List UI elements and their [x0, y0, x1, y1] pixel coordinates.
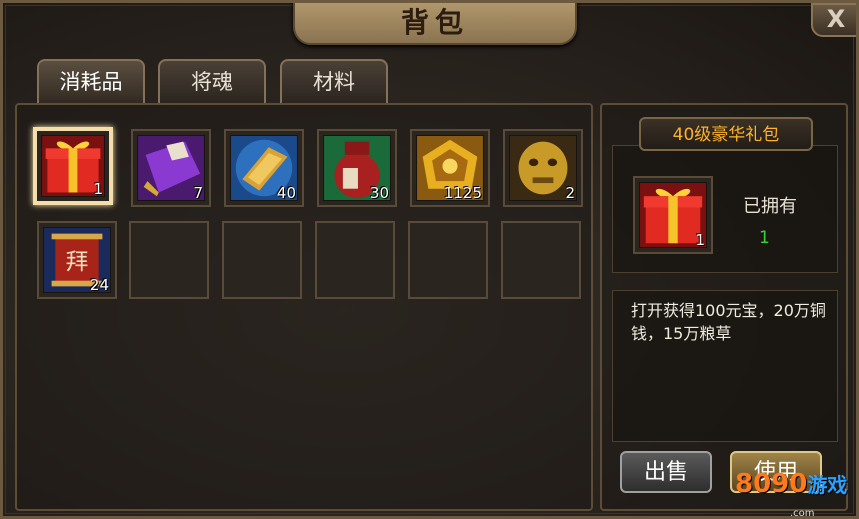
inventory-slot-5[interactable]: 1125 [410, 129, 490, 207]
item-count: 1 [695, 231, 705, 249]
inventory-slot-7[interactable]: 拜 24 [37, 221, 117, 299]
close-button[interactable]: X [811, 3, 856, 37]
tab-consumables[interactable]: 消耗品 [37, 59, 145, 105]
inventory-slot-1[interactable]: 1 [33, 127, 113, 205]
item-count: 30 [369, 184, 389, 202]
inventory-slot-empty[interactable] [315, 221, 395, 299]
sell-button[interactable]: 出售 [620, 451, 712, 493]
inventory-grid: 1 7 40 30 1125 2 拜 24 [15, 103, 593, 511]
item-count: 24 [89, 276, 109, 294]
owned-value: 1 [759, 228, 770, 248]
watermark-text: 8090 [735, 469, 808, 499]
title-plate: 背包 [293, 3, 577, 45]
backpack-window: 背包 X 消耗品 将魂 材料 1 7 40 30 1125 2 拜 24 1 已… [0, 0, 859, 519]
item-name: 40级豪华礼包 [639, 117, 813, 151]
inventory-slot-empty[interactable] [222, 221, 302, 299]
detail-item-slot: 1 [633, 176, 713, 254]
owned-label: 已拥有 [743, 196, 797, 217]
item-description: 打开获得100元宝，20万铜钱，15万粮草 [631, 301, 826, 343]
site-watermark: 8090游戏 [735, 469, 847, 499]
item-count: 1 [93, 180, 103, 198]
window-title: 背包 [400, 6, 469, 39]
tab-materials[interactable]: 材料 [280, 59, 388, 105]
item-count: 40 [276, 184, 296, 202]
item-detail-panel: 1 已拥有 1 40级豪华礼包 打开获得100元宝，20万铜钱，15万粮草 出售… [600, 103, 848, 511]
svg-text:拜: 拜 [66, 249, 89, 275]
inventory-slot-2[interactable]: 7 [131, 129, 211, 207]
item-info-box: 1 已拥有 1 [612, 145, 838, 273]
watermark-domain: .com [790, 508, 815, 519]
tab-general-souls[interactable]: 将魂 [158, 59, 266, 105]
item-count: 2 [565, 184, 575, 202]
item-count: 7 [193, 184, 203, 202]
item-description-box: 打开获得100元宝，20万铜钱，15万粮草 [612, 290, 838, 442]
inventory-slot-3[interactable]: 40 [224, 129, 304, 207]
inventory-slot-4[interactable]: 30 [317, 129, 397, 207]
inventory-slot-empty[interactable] [408, 221, 488, 299]
inventory-slot-empty[interactable] [129, 221, 209, 299]
inventory-slot-empty[interactable] [501, 221, 581, 299]
inventory-slot-6[interactable]: 2 [503, 129, 583, 207]
watermark-subtext: 游戏 [807, 473, 848, 497]
item-count: 1125 [443, 184, 482, 202]
